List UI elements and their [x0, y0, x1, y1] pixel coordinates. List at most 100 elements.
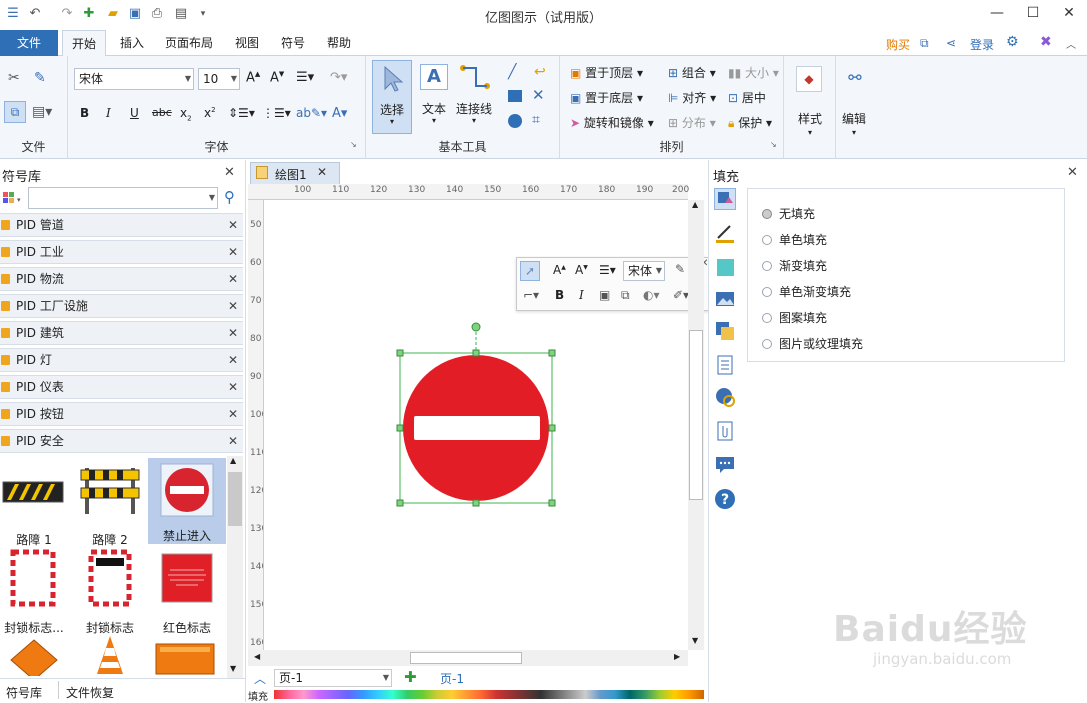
mini-shrink-font-icon[interactable]: A▼	[575, 263, 588, 277]
symbol-lockout-sign-1[interactable]: 封锁标志...	[0, 548, 73, 636]
send-to-bottom-button[interactable]: ▣ 置于底层 ▾	[570, 89, 643, 106]
protect-button[interactable]: 🔒︎ 保护 ▾	[728, 114, 772, 131]
size-button[interactable]: ▮▮ 大小 ▾	[728, 64, 779, 81]
underline-icon[interactable]: U	[130, 106, 139, 120]
buy-link[interactable]: 购买	[886, 36, 910, 53]
fill-option-picture[interactable]: 图片或纹理填充	[762, 335, 863, 352]
minimize-button[interactable]: —	[985, 2, 1009, 24]
close-library-icon[interactable]: ✕	[224, 165, 235, 180]
symbol-no-entry[interactable]: 禁止进入	[148, 458, 226, 544]
close-item-icon[interactable]: ✕	[228, 268, 238, 290]
grow-font-icon[interactable]: A▲	[246, 70, 260, 85]
canvas-vscroll-thumb[interactable]	[689, 330, 703, 500]
drawing-canvas[interactable]: ➚ A▲ A▼ ☰▾ 宋体 ▼ ✎ ✕ ⌐▾ B I ▣ ⧉ ◐▾ ✐▾	[264, 201, 712, 650]
format-painter-icon[interactable]: ✎	[34, 70, 46, 86]
fill-tab-icon[interactable]	[714, 188, 736, 210]
line-icon[interactable]: ╱	[508, 64, 516, 80]
symbol-red-sign[interactable]: 红色标志	[148, 548, 226, 636]
line-spacing-icon[interactable]: ⇕☰▾	[228, 106, 255, 120]
close-item-icon[interactable]: ✕	[228, 241, 238, 263]
maximize-button[interactable]: ☐	[1021, 2, 1045, 24]
font-name-select[interactable]: 宋体 ▼	[74, 68, 194, 90]
library-scrollbar[interactable]: ▲ ▼	[227, 456, 243, 678]
text-highlight-icon[interactable]: ab✎▾	[296, 106, 327, 120]
no-entry-shape[interactable]	[394, 321, 556, 507]
binoculars-icon[interactable]: ⚯	[842, 66, 868, 92]
arrange-tab-icon[interactable]	[714, 320, 736, 342]
tab-file-recovery[interactable]: 文件恢复	[66, 684, 114, 701]
library-item-pid-industry[interactable]: PID 工业 ✕	[0, 240, 243, 264]
style-paint-icon[interactable]: ◆	[796, 66, 822, 92]
page-select[interactable]: 页-1 ▼	[274, 669, 392, 687]
tab-insert[interactable]: 插入	[112, 30, 152, 56]
library-item-pid-logistics[interactable]: PID 物流 ✕	[0, 267, 243, 291]
text-direction-icon[interactable]: ↷▾	[330, 70, 347, 85]
tab-symbol[interactable]: 符号	[274, 30, 312, 56]
fill-option-gradient[interactable]: 渐变填充	[762, 257, 827, 274]
connector-tool-button[interactable]: 连接线 ▾	[454, 60, 494, 134]
select-tool-button[interactable]: 选择 ▾	[372, 60, 412, 134]
library-item-pid-pipe[interactable]: PID 管道 ✕	[0, 213, 243, 237]
center-button[interactable]: ⊡ 居中	[728, 89, 766, 106]
library-item-pid-button[interactable]: PID 按钮 ✕	[0, 402, 243, 426]
mini-pointer-icon[interactable]: ➚	[520, 261, 540, 281]
library-item-pid-safety[interactable]: PID 安全 ✕	[0, 429, 243, 453]
bold-icon[interactable]: B	[80, 106, 89, 120]
library-search-input[interactable]: ▼	[28, 187, 218, 209]
close-window-button[interactable]: ✕	[1057, 2, 1081, 24]
page-tab[interactable]: 页-1	[440, 670, 464, 687]
comment-tab-icon[interactable]	[714, 454, 736, 476]
tab-view[interactable]: 视图	[228, 30, 266, 56]
symbol-barrier-2[interactable]: 路障 2	[71, 460, 149, 548]
library-grid-icon[interactable]: ▾	[2, 190, 24, 206]
align-button[interactable]: ⊫ 对齐 ▾	[668, 89, 716, 106]
font-size-select[interactable]: 10 ▼	[198, 68, 240, 90]
subscript-icon[interactable]: x2	[180, 106, 192, 122]
symbol-orange-diamond[interactable]	[0, 638, 73, 676]
login-link[interactable]: 登录	[970, 36, 994, 53]
add-page-icon[interactable]: ✚	[404, 668, 417, 686]
tab-library[interactable]: 符号库	[6, 684, 42, 701]
scroll-up-icon[interactable]: ▲	[230, 456, 236, 465]
line-tab-icon[interactable]	[714, 222, 736, 244]
color-swatches[interactable]	[274, 690, 704, 699]
scroll-right-icon[interactable]: ▶	[674, 652, 680, 661]
group-button[interactable]: ⊞ 组合 ▾	[668, 64, 716, 81]
close-item-icon[interactable]: ✕	[228, 295, 238, 317]
mini-italic-icon[interactable]: I	[579, 288, 584, 302]
font-color-icon[interactable]: A▾	[332, 106, 347, 121]
mini-connector-icon[interactable]: ⌐▾	[523, 288, 539, 302]
close-item-icon[interactable]: ✕	[228, 322, 238, 344]
library-item-pid-building[interactable]: PID 建筑 ✕	[0, 321, 243, 345]
mini-grow-font-icon[interactable]: A▲	[553, 263, 566, 277]
search-icon[interactable]: ⚲	[224, 188, 235, 206]
mini-send-back-icon[interactable]: ⧉	[621, 288, 630, 303]
symbol-lockout-sign-2[interactable]: 封锁标志	[71, 548, 149, 636]
app-logo-icon[interactable]: ✖	[1040, 34, 1052, 50]
close-item-icon[interactable]: ✕	[228, 376, 238, 398]
attachment-tab-icon[interactable]	[714, 420, 736, 442]
strikethrough-icon[interactable]: abc	[152, 106, 172, 119]
copy-icon[interactable]: ⧉	[4, 101, 26, 123]
cross-point-icon[interactable]: ✕	[532, 86, 545, 104]
library-scroll-thumb[interactable]	[228, 472, 242, 526]
rotate-mirror-button[interactable]: ➤ 旋转和镜像 ▾	[570, 114, 654, 131]
scroll-down-icon[interactable]: ▼	[230, 664, 236, 673]
mini-bring-front-icon[interactable]: ▣	[599, 288, 610, 302]
superscript-icon[interactable]: x2	[204, 106, 216, 120]
ellipse-icon[interactable]	[508, 114, 522, 128]
mini-align-icon[interactable]: ☰▾	[599, 263, 616, 277]
tab-help[interactable]: 帮助	[320, 30, 358, 56]
shadow-tab-icon[interactable]	[714, 256, 736, 278]
cut-icon[interactable]: ✂	[8, 70, 20, 86]
share-icon[interactable]: ⋖	[946, 36, 956, 50]
library-item-pid-instrument[interactable]: PID 仪表 ✕	[0, 375, 243, 399]
fill-option-none[interactable]: 无填充	[762, 205, 815, 222]
mini-line-style-icon[interactable]: ✐▾	[673, 288, 689, 302]
canvas-horizontal-scrollbar[interactable]: ◀ ▶	[248, 650, 688, 666]
symbol-traffic-cone[interactable]	[71, 634, 149, 676]
close-item-icon[interactable]: ✕	[228, 403, 238, 425]
close-item-icon[interactable]: ✕	[228, 430, 238, 452]
crop-icon[interactable]: ⌗	[532, 112, 540, 128]
shrink-font-icon[interactable]: A▼	[270, 70, 284, 85]
